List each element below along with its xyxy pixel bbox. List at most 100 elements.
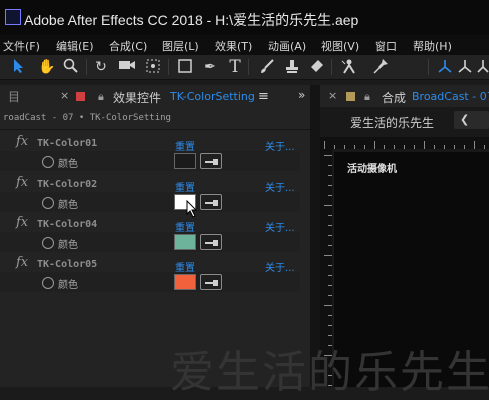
close-tab-icon[interactable]: × [328,89,337,102]
hand-tool-icon[interactable]: ✋ [38,58,56,76]
fx-icon[interactable]: fx [16,255,28,270]
mouse-cursor-icon [186,200,198,218]
ruler-tick [394,145,395,149]
ruler-tick [324,305,332,306]
window-title: Adobe After Effects CC 2018 - H:\爱生活的乐先生… [24,12,359,28]
zoom-tool-icon[interactable] [62,58,80,76]
ruler-tick [328,325,332,326]
select-tool-icon[interactable] [10,58,28,76]
ruler-tick [474,141,475,149]
ruler-tick [384,145,385,149]
ruler-tick [374,141,375,149]
collapsed-panel-tab-icon[interactable]: 目 [8,88,20,105]
brush-tool-icon[interactable] [258,58,276,76]
menu-file[interactable]: 文件(F) [3,38,40,54]
ruler-tick [444,145,445,149]
title-bar: Adobe After Effects CC 2018 - H:\爱生活的乐先生… [0,0,489,35]
color-property-label: 颜色 [58,240,78,251]
eyedropper-icon[interactable] [200,274,222,290]
ruler-tick [328,165,332,166]
fx-icon[interactable]: fx [16,175,28,190]
stopwatch-icon[interactable] [42,156,54,168]
menu-effect[interactable]: 效果(T) [215,38,252,54]
rectangle-tool-icon[interactable] [176,58,194,76]
puppet-pin-tool-icon[interactable] [372,58,390,76]
menu-composition[interactable]: 合成(C) [109,38,147,54]
ruler-tick [328,315,332,316]
ruler-tick [344,145,345,149]
effect-name[interactable]: TK-Color05 [37,259,97,270]
fx-icon[interactable]: fx [16,134,28,149]
tools-toolbar: ✋ ↻ ✒ T [0,55,489,80]
composition-name[interactable]: BroadCast - 07 [412,90,489,103]
eraser-tool-icon[interactable] [308,58,326,76]
color-property-row: 颜色 [0,151,300,171]
effect-name[interactable]: TK-Color02 [37,179,97,190]
ruler-tick [414,145,415,149]
panel-menu-icon[interactable]: ≡ [258,89,269,104]
horizontal-ruler[interactable] [320,137,489,149]
pen-tool-icon[interactable]: ✒ [201,58,219,76]
ruler-tick [464,145,465,149]
menu-window[interactable]: 窗口 [375,38,397,54]
close-tab-icon[interactable]: × [60,89,69,102]
effect-name[interactable]: TK-Color01 [37,138,97,149]
clone-stamp-tool-icon[interactable] [283,58,301,76]
panel-lock-icon[interactable]: 🔒︎ [364,90,370,104]
roto-brush-tool-icon[interactable] [340,58,358,76]
color-property-row: 颜色 [0,232,300,252]
camera-tool-icon[interactable] [118,58,136,76]
stopwatch-icon[interactable] [42,197,54,209]
local-axis-tool-icon[interactable] [436,58,454,76]
ruler-tick [324,255,332,256]
color-property-label: 颜色 [58,159,78,170]
composition-tab-bar: × 🔒︎ 合成 BroadCast - 07 [320,85,489,107]
effect-name[interactable]: TK-Color04 [37,219,97,230]
color-swatch[interactable] [174,234,196,250]
menu-view[interactable]: 视图(V) [321,38,359,54]
world-axis-tool-icon[interactable] [456,58,474,76]
ruler-tick [324,205,332,206]
menu-edit[interactable]: 编辑(E) [56,38,94,54]
watermark-text: 爱生活的乐先生 [170,347,489,398]
view-axis-tool-icon[interactable] [474,58,489,76]
fx-icon[interactable]: fx [16,215,28,230]
toolbar-divider [428,59,429,75]
type-tool-icon[interactable]: T [226,58,244,76]
color-swatch[interactable] [174,153,196,169]
eyedropper-icon[interactable] [200,234,222,250]
ruler-tick [328,235,332,236]
toolbar-divider [86,59,87,75]
ruler-tick [434,145,435,149]
rotate-tool-icon[interactable]: ↻ [92,58,110,76]
menu-layer[interactable]: 图层(L) [162,38,199,54]
ruler-tick [328,225,332,226]
ruler-tick [324,155,332,156]
header-divider [0,129,310,130]
ruler-tick [328,215,332,216]
effect-controls-layer-name[interactable]: TK-ColorSetting [170,90,255,103]
eyedropper-icon[interactable] [200,153,222,169]
menu-help[interactable]: 帮助(H) [413,38,452,54]
panel-expand-icon[interactable]: » [298,88,305,102]
composition-tab-label[interactable]: 合成 [382,89,406,106]
active-camera-label: 活动摄像机 [347,164,397,175]
color-swatch[interactable] [174,274,196,290]
color-property-label: 颜色 [58,280,78,291]
panel-lock-icon[interactable]: 🔒︎ [98,90,104,104]
effect-controls-breadcrumb: roadCast - 07 • TK-ColorSetting [3,113,171,123]
pan-behind-tool-icon[interactable] [144,58,162,76]
navigator-back-button[interactable]: ❮ [454,111,489,129]
ruler-tick [334,145,335,149]
ruler-tick [328,195,332,196]
effect-controls-tab-label[interactable]: 效果控件 [113,89,161,106]
stopwatch-icon[interactable] [42,237,54,249]
color-property-row: 颜色 [0,272,300,292]
ruler-tick [328,245,332,246]
toolbar-divider [248,59,249,75]
effect-controls-tab-bar: 目 × 🔒︎ 效果控件 TK-ColorSetting ≡ » [0,85,320,107]
stopwatch-icon[interactable] [42,277,54,289]
eyedropper-icon[interactable] [200,194,222,210]
menu-animation[interactable]: 动画(A) [268,38,306,54]
after-effects-logo-icon [5,9,21,25]
